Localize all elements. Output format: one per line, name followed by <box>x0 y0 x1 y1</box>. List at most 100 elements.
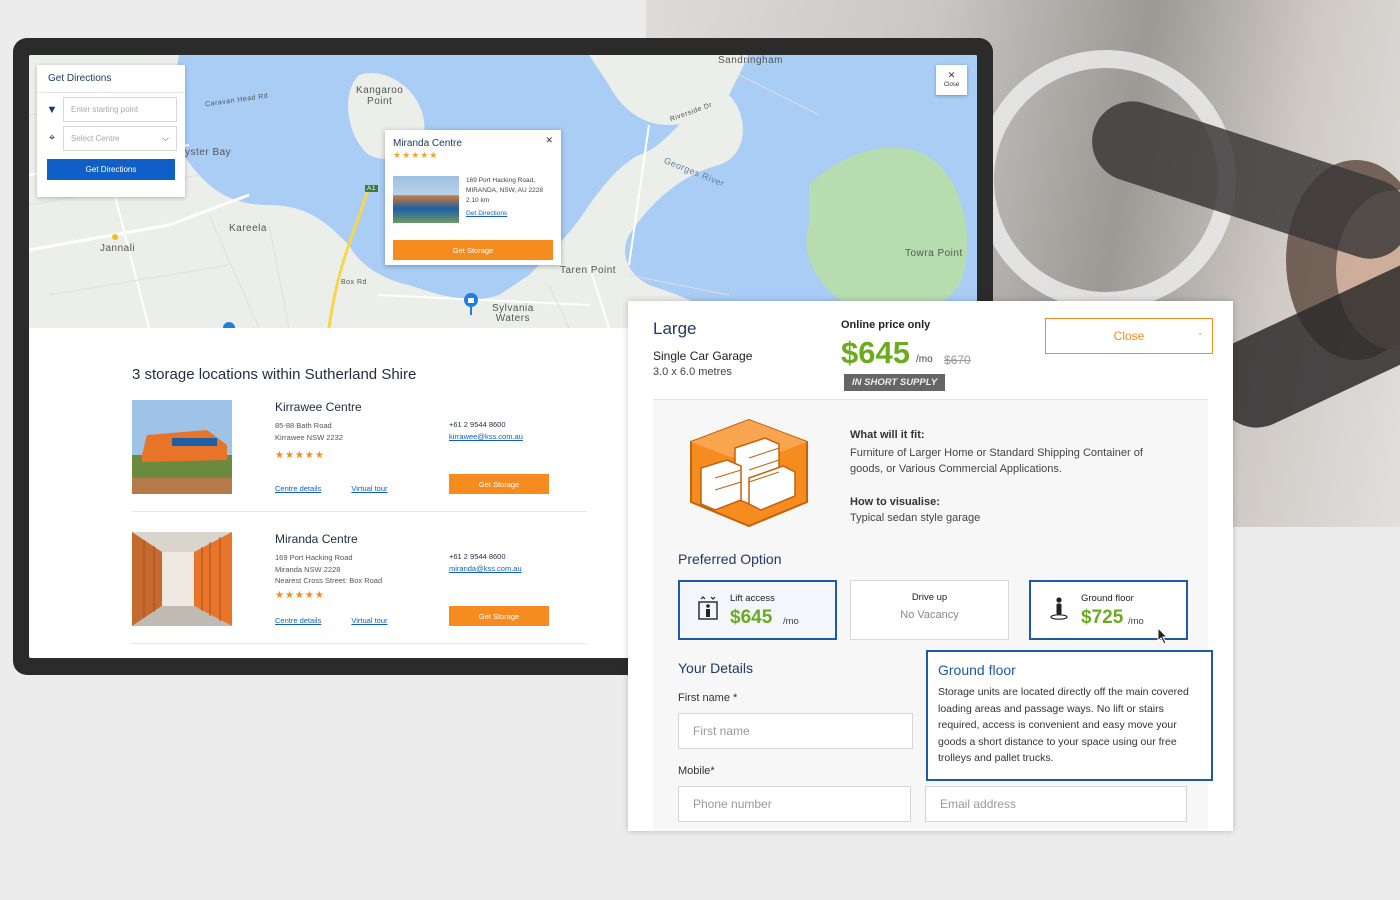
close-icon[interactable]: ✕ <box>545 135 553 146</box>
tooltip-body: Storage units are located directly off t… <box>938 686 1189 764</box>
map-label-kangaroo-point: Kangaroo Point <box>356 85 404 107</box>
chevron-down-icon: ⌵ <box>162 133 169 143</box>
mobile-label: Mobile* <box>678 765 715 777</box>
map-label-towra-point: Towra Point <box>905 248 963 259</box>
centre-phone: +61 2 9544 8600 <box>449 552 506 561</box>
centre-name[interactable]: Miranda Centre <box>275 532 358 546</box>
phone-input[interactable]: Phone number <box>678 786 911 822</box>
unit-dimensions: 3.0 x 6.0 metres <box>653 366 732 378</box>
close-button[interactable]: Close - <box>1045 318 1213 354</box>
unit-price: $645 <box>841 335 910 370</box>
map-label-sandringham: Sandringham <box>718 55 783 66</box>
person-ground-icon <box>1050 597 1068 620</box>
option-label: Ground floor <box>1081 593 1134 604</box>
virtual-tour-link[interactable]: Virtual tour <box>351 616 387 625</box>
visualise-heading: How to visualise: <box>850 496 940 508</box>
option-lift-access[interactable]: Lift access $645 /mo <box>678 580 837 640</box>
location-pin-icon: ▼ <box>46 103 58 116</box>
centre-rating: ★★★★★ <box>275 450 325 461</box>
popup-get-storage-button[interactable]: Get Storage <box>393 240 553 260</box>
option-label: Lift access <box>730 593 775 604</box>
storage-unit-icon <box>690 418 808 528</box>
option-per-month: /mo <box>783 616 799 627</box>
close-icon: ✕ <box>947 70 956 80</box>
popup-title: Miranda Centre <box>393 138 462 149</box>
mouse-cursor-icon <box>1157 627 1169 645</box>
option-status: No Vacancy <box>900 609 959 621</box>
email-placeholder: Email address <box>940 797 1017 811</box>
map-close-label: Close <box>943 82 960 88</box>
unit-details-modal: Large Single Car Garage 3.0 x 6.0 metres… <box>628 301 1233 831</box>
map-label-a1: A1 <box>365 185 378 192</box>
first-name-label: First name * <box>678 692 738 704</box>
fit-heading: What will it fit: <box>850 429 925 441</box>
crosshair-icon: ⌖ <box>48 132 56 144</box>
directions-title: Get Directions <box>37 65 185 93</box>
phone-placeholder: Phone number <box>693 797 772 811</box>
centre-name[interactable]: Kirrawee Centre <box>275 400 362 414</box>
option-price: $725 <box>1081 607 1124 628</box>
option-per-month: /mo <box>1128 616 1144 627</box>
centre-links: Centre details Virtual tour <box>275 616 416 625</box>
map-label-oyster-bay: yster Bay <box>185 147 232 158</box>
email-input[interactable]: Email address <box>925 786 1187 822</box>
get-directions-button[interactable]: Get Directions <box>47 159 175 180</box>
unit-old-price: $670 <box>944 353 971 367</box>
visualise-text: Typical sedan style garage <box>850 512 981 524</box>
centre-rating: ★★★★★ <box>275 590 325 601</box>
map-label-kareela: Kareela <box>229 223 267 234</box>
unit-type: Single Car Garage <box>653 349 753 363</box>
close-button-label: Close <box>1113 329 1145 343</box>
starting-point-placeholder: Enter starting point <box>71 105 139 114</box>
popup-address: 169 Port Hacking Road, MIRANDA, NSW, AU … <box>466 177 543 204</box>
first-name-input[interactable]: First name <box>678 713 913 749</box>
unit-size: Large <box>653 319 697 338</box>
option-price: $645 <box>730 607 773 628</box>
centre-popup: Miranda Centre ✕ ★★★★★ 169 Port Hacking … <box>385 130 561 265</box>
directions-panel: Get Directions ▼ Enter starting point ⌖ … <box>37 65 185 197</box>
centre-email-link[interactable]: kirrawee@kss.com.au <box>449 432 523 441</box>
centre-phone: +61 2 9544 8600 <box>449 420 506 429</box>
map-label-box-rd: Box Rd <box>341 279 367 286</box>
tooltip-title: Ground floor <box>938 662 1016 678</box>
centre-email-link[interactable]: miranda@kss.com.au <box>449 564 522 573</box>
centre-address: 85-88 Bath Road Kirrawee NSW 2232 <box>275 421 343 442</box>
centre-photo <box>132 400 232 494</box>
starting-point-input[interactable]: Enter starting point <box>63 97 177 122</box>
popup-distance: 2.10 km <box>466 197 490 204</box>
get-storage-button[interactable]: Get Storage <box>449 474 549 494</box>
virtual-tour-link[interactable]: Virtual tour <box>351 484 387 493</box>
map-label-jannali: Jannali <box>100 243 136 254</box>
popup-get-directions-link[interactable]: Get Directions <box>466 210 507 217</box>
list-item: Miranda Centre 169 Port Hacking Road Mir… <box>132 532 587 644</box>
lift-icon <box>698 596 718 620</box>
your-details-heading: Your Details <box>678 660 753 676</box>
centre-select[interactable]: Select Centre ⌵ <box>63 126 177 151</box>
centre-links: Centre details Virtual tour <box>275 484 416 493</box>
centre-photo <box>132 532 232 626</box>
list-item: Kirrawee Centre 85-88 Bath Road Kirrawee… <box>132 400 587 512</box>
fit-text: Furniture of Larger Home or Standard Shi… <box>850 447 1143 475</box>
option-label: Drive up <box>911 592 948 603</box>
map-close-button[interactable]: ✕ Close <box>936 65 967 95</box>
map[interactable]: Sandringham Kangaroo Point yster Bay Kar… <box>29 55 977 328</box>
unit-info-panel: What will it fit: Furniture of Larger Ho… <box>653 399 1213 831</box>
centre-address: 169 Port Hacking Road Miranda NSW 2228 N… <box>275 553 383 585</box>
preferred-option-heading: Preferred Option <box>678 551 782 567</box>
centre-details-link[interactable]: Centre details <box>275 484 321 493</box>
online-price-label: Online price only <box>841 319 931 331</box>
first-name-placeholder: First name <box>693 724 750 738</box>
map-label-sylvania-waters: Sylvania Waters <box>492 303 534 324</box>
centre-select-value: Select Centre <box>71 134 120 143</box>
get-storage-button[interactable]: Get Storage <box>449 606 549 626</box>
unit-per-month: /mo <box>916 354 933 365</box>
collapse-icon: - <box>1198 328 1202 340</box>
ground-floor-tooltip: Ground floor Storage units are located d… <box>926 650 1213 781</box>
listing-heading: 3 storage locations within Sutherland Sh… <box>132 366 417 383</box>
option-drive-up[interactable]: Drive up No Vacancy <box>850 580 1009 640</box>
popup-rating: ★★★★★ <box>393 150 439 160</box>
centre-details-link[interactable]: Centre details <box>275 616 321 625</box>
map-label-taren-point: Taren Point <box>560 265 617 276</box>
short-supply-badge: IN SHORT SUPPLY <box>844 374 946 391</box>
popup-centre-photo <box>393 176 459 223</box>
